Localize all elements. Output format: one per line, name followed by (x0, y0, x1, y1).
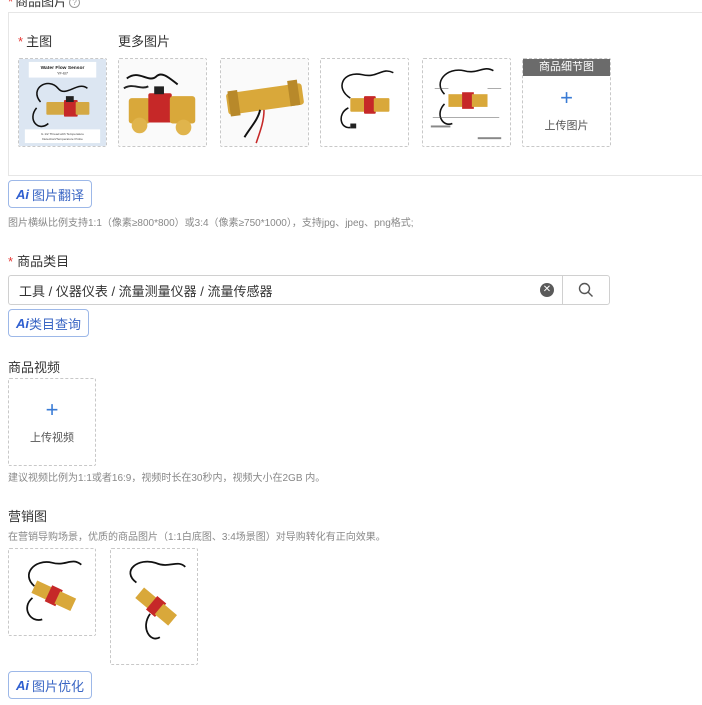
category-search-button[interactable] (562, 275, 610, 305)
required-mark: * (18, 34, 24, 49)
category-label: * 商品类目 (8, 254, 70, 269)
sensor-closeup-graphic (119, 59, 206, 146)
image-translate-button[interactable]: Ai 图片翻译 (8, 180, 93, 208)
main-image-caption-1: G 1/2 Thread with Temperature (41, 132, 84, 136)
brass-body-graphic (221, 59, 308, 146)
ai-icon: Ai (16, 315, 29, 331)
more-image-thumb-1[interactable] (118, 58, 207, 147)
marketing-image-1[interactable] (8, 548, 96, 636)
more-image-thumb-3[interactable] (320, 58, 409, 147)
sensor-annotated-graphic (423, 59, 510, 146)
sensor-full-graphic (321, 59, 408, 146)
main-image-caption-2: Detection/Temperature Probe (42, 137, 83, 141)
marketing-image-2[interactable] (110, 548, 198, 665)
search-icon (578, 282, 593, 297)
required-mark: * (8, 0, 14, 9)
video-label: 商品视频 (8, 360, 61, 375)
detail-image-header: 商品细节图 (523, 59, 610, 76)
more-image-thumb-2[interactable] (220, 58, 309, 147)
plus-icon: + (560, 84, 573, 110)
more-image-thumb-4[interactable] (422, 58, 511, 147)
image-optimize-button[interactable]: Ai 图片优化 (8, 671, 93, 699)
main-image-graphic: Water Flow Sensor YF-B7 G 1/2 Thread wit… (19, 59, 106, 146)
more-images-label: 更多图片 (118, 34, 171, 49)
marketing-square-graphic (9, 549, 95, 635)
video-upload[interactable]: + 上传视频 (8, 378, 96, 466)
video-hint: 建议视频比例为1:1或者16:9，视频时长在30秒内，视频大小在2GB 内。 (8, 473, 326, 484)
detail-image-upload[interactable]: 商品细节图 + 上传图片 (522, 58, 611, 147)
upload-video-label: 上传视频 (30, 432, 74, 444)
main-image-thumb[interactable]: Water Flow Sensor YF-B7 G 1/2 Thread wit… (18, 58, 107, 147)
upload-image-label: 上传图片 (544, 119, 589, 132)
image-format-hint: 图片横纵比例支持1:1（像素≥800*800）或3:4（像素≥750*1000）… (8, 218, 414, 229)
category-input[interactable]: 工具 / 仪器仪表 / 流量测量仪器 / 流量传感器 ✕ (8, 275, 562, 305)
clear-icon[interactable]: ✕ (540, 283, 554, 297)
product-images-label: * 商品图片? (8, 0, 81, 10)
help-icon[interactable]: ? (69, 0, 81, 8)
marketing-hint: 在营销导购场景，优质的商品图片（1:1白底图、3:4场景图）对导购转化有正向效果… (8, 532, 386, 543)
marketing-portrait-graphic (111, 549, 197, 664)
required-mark: * (8, 254, 14, 269)
main-image-label: * 主图 (18, 34, 53, 49)
ai-icon: Ai (16, 186, 29, 202)
category-query-button[interactable]: Ai 类目查询 (8, 309, 90, 337)
plus-icon: + (45, 397, 59, 422)
main-image-model: YF-B7 (57, 71, 68, 76)
marketing-label: 营销图 (8, 509, 48, 524)
ai-icon: Ai (16, 677, 29, 693)
